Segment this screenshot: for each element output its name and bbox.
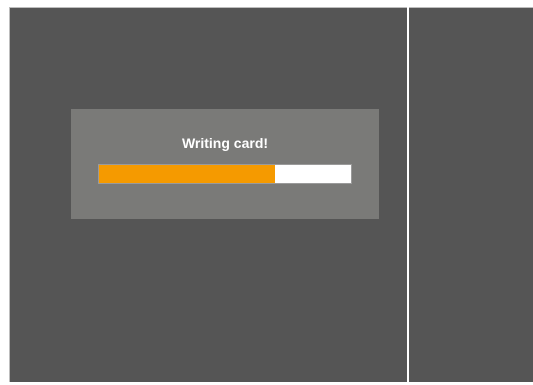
right-pane <box>409 7 533 382</box>
progress-bar-fill <box>99 165 276 183</box>
screen: Writing card! <box>0 0 533 385</box>
dialog-title: Writing card! <box>181 135 269 151</box>
progress-bar <box>98 164 352 184</box>
